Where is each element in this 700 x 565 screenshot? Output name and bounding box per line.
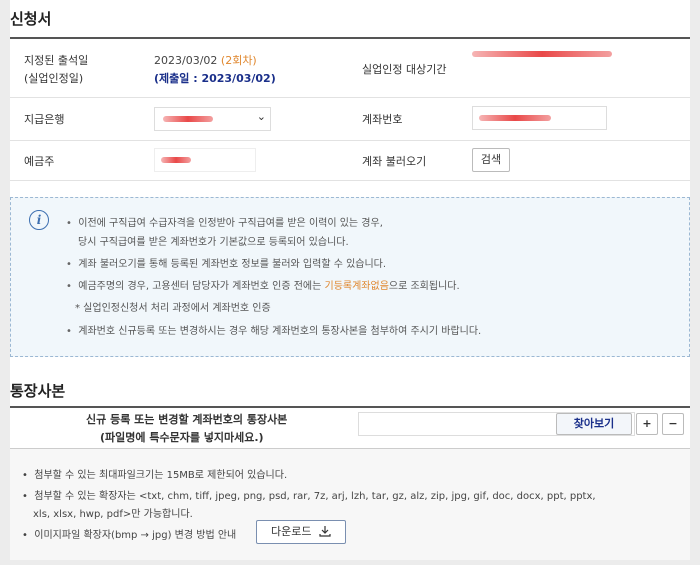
upload-row: 신규 등록 또는 변경할 계좌번호의 통장사본 (파일명에 특수문자를 넣지마세… — [10, 408, 690, 449]
attendance-label: 지정된 출석일 — [24, 54, 89, 67]
account-label: 계좌번호 — [362, 113, 403, 126]
browse-button[interactable]: 찾아보기 — [556, 413, 632, 435]
info-line-3-sub: * 실업인정신청서 처리 과정에서 계좌번호 인증 — [75, 303, 271, 314]
attendance-sublabel: (실업인정일) — [24, 72, 84, 85]
holder-field — [154, 148, 256, 172]
note-3: 이미지파일 확장자(bmp → jpg) 변경 방법 안내 — [34, 530, 237, 541]
remove-file-button[interactable]: − — [662, 413, 684, 435]
add-file-button[interactable]: + — [636, 413, 658, 435]
attendance-date: 2023/03/02 — [154, 54, 218, 67]
download-label: 다운로드 — [271, 525, 312, 538]
info-icon: i — [29, 210, 49, 230]
info-line-1: 이전에 구직급여 수급자격을 인정받아 구직급여를 받은 이력이 있는 경우, — [78, 218, 383, 229]
info-line-3a: 예금주명의 경우, 고용센터 담당자가 계좌번호 인증 전에는 — [78, 281, 325, 292]
redacted-period — [472, 51, 612, 57]
info-line-2: 계좌 불러오기를 통해 등록된 계좌번호 정보를 불러와 입력할 수 있습니다. — [78, 259, 387, 270]
info-line-3-highlight: 기등록계좌없음 — [324, 281, 389, 292]
info-box: i • 이전에 구직급여 수급자격을 인정받아 구직급여를 받은 이력이 있는 … — [10, 197, 690, 357]
application-title: 신청서 — [10, 10, 52, 28]
info-line-3b: 으로 조회됩니다. — [388, 281, 460, 292]
note-2b: xls, xlsx, hwp, pdf>만 가능합니다. — [33, 509, 193, 520]
note-2: 첨부할 수 있는 확장자는 <txt, chm, tiff, jpeg, png… — [34, 491, 596, 502]
period-label: 실업인정 대상기간 — [362, 63, 447, 76]
holder-row: 예금주 계좌 불러오기 검색 — [10, 140, 690, 181]
note-1: 첨부할 수 있는 최대파일크기는 15MB로 제한되어 있습니다. — [34, 470, 288, 481]
load-account-label: 계좌 불러오기 — [362, 155, 427, 168]
info-line-1b: 당시 구직급여를 받은 계좌번호가 기본값으로 등록되어 있습니다. — [78, 237, 349, 248]
chevron-down-icon: ⌄ — [256, 110, 266, 123]
bank-label: 지급은행 — [24, 113, 65, 126]
bank-row: 지급은행 ⌄ 계좌번호 — [10, 97, 690, 141]
upload-sublabel: (파일명에 특수문자를 넣지마세요.) — [100, 431, 264, 444]
submit-date: (제출일 : 2023/03/02) — [154, 72, 276, 85]
bank-select[interactable]: ⌄ — [154, 107, 271, 131]
download-icon — [319, 526, 331, 537]
attendance-round: (2회차) — [220, 54, 257, 67]
upload-label: 신규 등록 또는 변경할 계좌번호의 통장사본 — [86, 413, 288, 426]
bankbook-title: 통장사본 — [10, 382, 66, 400]
account-input[interactable] — [472, 106, 607, 130]
redacted-bank — [163, 116, 213, 122]
attendance-row: 지정된 출석일 (실업인정일) 2023/03/02 (2회차) (제출일 : … — [10, 39, 690, 98]
redacted-account — [479, 115, 551, 121]
download-button[interactable]: 다운로드 — [256, 520, 346, 544]
search-button[interactable]: 검색 — [472, 148, 510, 172]
info-line-4: 계좌번호 신규등록 또는 변경하시는 경우 해당 계좌번호의 통장사본을 첨부하… — [78, 326, 482, 337]
notes-area: • 첨부할 수 있는 최대파일크기는 15MB로 제한되어 있습니다. • 첨부… — [10, 449, 690, 560]
holder-label: 예금주 — [24, 155, 55, 168]
redacted-holder — [161, 157, 191, 163]
